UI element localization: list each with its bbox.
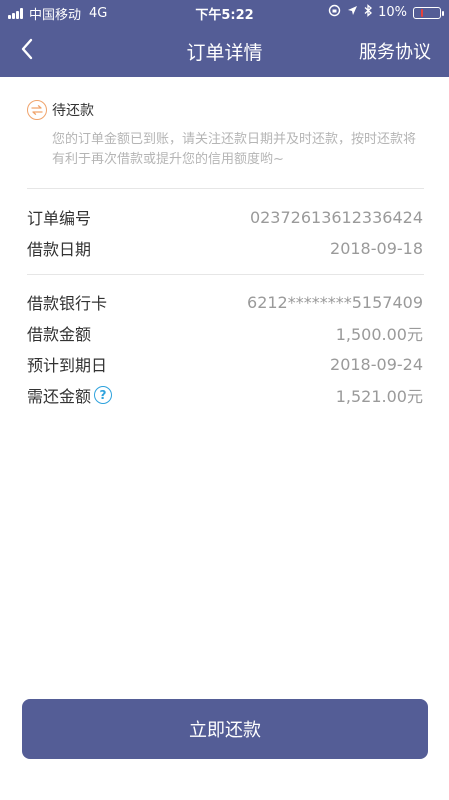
status-label: 待还款 [52,103,94,119]
loan-date-label: 借款日期 [27,240,92,259]
due-date-row: 预计到期日 2018-09-24 [27,351,423,377]
divider [27,188,424,189]
loan-amount-row: 借款金额 1,500.00元 [27,320,423,346]
divider [27,274,424,275]
battery-level [421,8,423,17]
loan-amount-label: 借款金额 [27,325,92,344]
bank-card-value: 6212********5157409 [247,292,423,312]
nav-bar: 订单详情 服务协议 [0,24,449,77]
orientation-lock-icon [328,4,341,21]
bank-card-label: 借款银行卡 [27,294,108,313]
question-circle-icon[interactable]: ? [94,386,113,404]
battery-icon [413,6,444,19]
loan-date-row: 借款日期 2018-09-18 [27,235,423,261]
status-icons: 10% [322,4,444,21]
order-number-label: 订单编号 [27,209,92,228]
order-number-row: 订单编号 02372613612336424 [27,204,423,230]
due-date-value: 2018-09-24 [330,354,423,374]
location-icon [347,5,358,20]
due-date-label: 预计到期日 [27,356,108,375]
top-bar: 中国移动 4G 下午5:22 10% 订单详情 服务协议 [0,0,449,77]
exchange-icon [27,100,47,120]
status-bar: 中国移动 4G 下午5:22 10% [0,0,449,24]
back-button[interactable] [12,34,42,64]
loan-date-value: 2018-09-18 [330,238,423,258]
battery-percent: 10% [378,5,407,20]
repay-amount-row: 需还金额 ? 1,521.00元 [27,382,423,408]
repay-amount-label: 需还金额 [27,387,92,406]
bank-card-row: 借款银行卡 6212********5157409 [27,289,423,315]
loan-amount-value: 1,500.00元 [335,325,423,344]
bluetooth-icon [364,4,373,21]
repay-now-button[interactable]: 立即还款 [22,699,428,759]
order-status: 待还款 您的订单金额已到账，请关注还款日期并及时还款，按时还款将有利于再次借款或… [27,100,425,170]
service-agreement-link[interactable]: 服务协议 [359,38,431,64]
status-description: 您的订单金额已到账，请关注还款日期并及时还款，按时还款将有利于再次借款或提升您的… [52,132,417,167]
chevron-left-icon [21,38,33,60]
repay-amount-value: 1,521.00元 [335,387,423,406]
order-number-value: 02372613612336424 [249,207,423,227]
